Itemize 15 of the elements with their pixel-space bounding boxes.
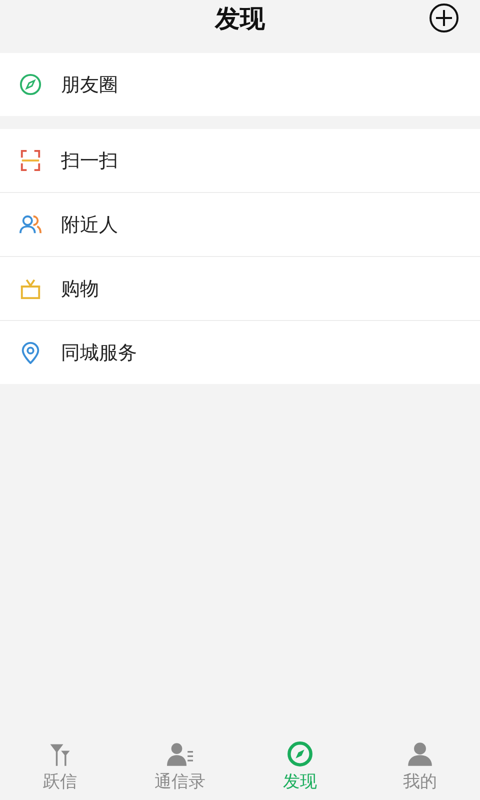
menu-item[interactable]: 同城服务 [0, 320, 480, 384]
compass-icon [19, 73, 42, 96]
menu-item[interactable]: 扫一扫 [0, 129, 480, 192]
gift-box-icon [19, 277, 42, 300]
location-pin-icon [19, 341, 42, 364]
menu-item[interactable]: 朋友圈 [0, 53, 480, 116]
compass-icon [287, 741, 313, 767]
menu-item[interactable]: 附近人 [0, 192, 480, 256]
people-icon [19, 213, 42, 236]
scan-icon [19, 149, 42, 172]
contact-icon [167, 741, 193, 767]
person-icon [407, 741, 433, 767]
page-title: 发现 [215, 3, 265, 35]
add-icon[interactable] [429, 3, 459, 33]
menu-item[interactable]: 购物 [0, 256, 480, 320]
